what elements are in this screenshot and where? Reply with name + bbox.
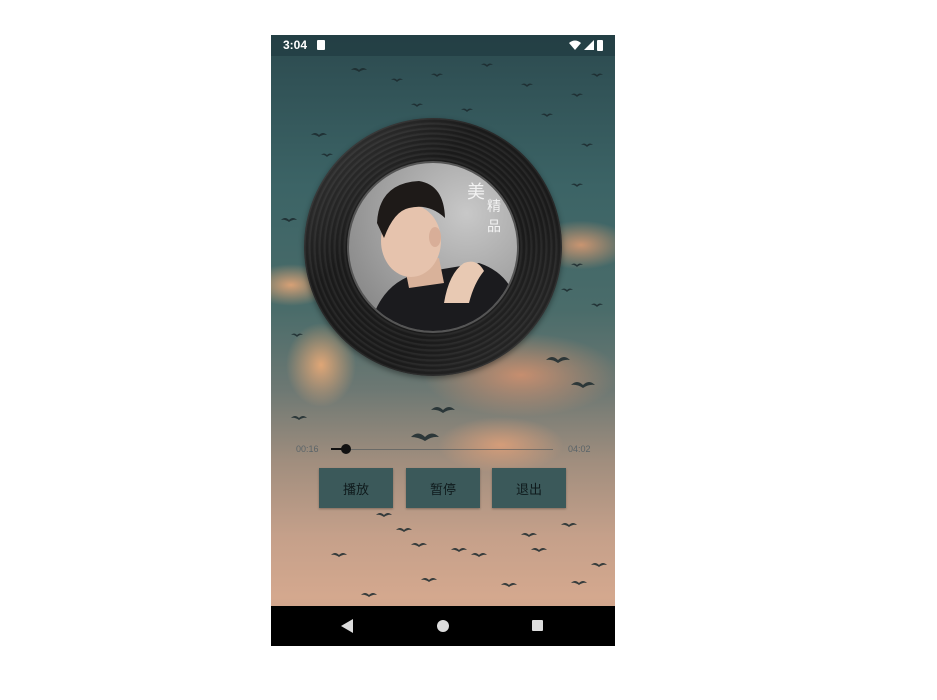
sd-card-icon xyxy=(317,40,325,50)
seek-thumb[interactable] xyxy=(340,444,351,454)
battery-icon xyxy=(597,39,603,51)
recent-apps-icon[interactable] xyxy=(532,620,543,631)
seek-track[interactable] xyxy=(331,449,553,450)
album-cover: 美 精 品 xyxy=(347,161,519,333)
back-icon[interactable] xyxy=(341,619,353,633)
home-icon[interactable] xyxy=(437,620,449,632)
pause-button[interactable]: 暂停 xyxy=(406,468,480,508)
status-bar: 3:04 xyxy=(271,35,615,56)
svg-text:品: 品 xyxy=(487,219,501,235)
status-time: 3:04 xyxy=(283,38,308,52)
progress-row: 00:16 04:02 xyxy=(271,441,615,457)
vinyl-record: 美 精 品 xyxy=(304,118,562,376)
cover-text: 美 xyxy=(467,182,485,203)
duration-label: 04:02 xyxy=(568,444,591,454)
current-time-label: 00:16 xyxy=(296,444,319,454)
play-button[interactable]: 播放 xyxy=(319,468,393,508)
navigation-bar xyxy=(271,606,615,646)
status-icons xyxy=(569,39,603,51)
signal-icon xyxy=(584,40,594,50)
album-cover-portrait-icon: 美 精 品 xyxy=(369,181,517,331)
exit-button[interactable]: 退出 xyxy=(492,468,566,508)
wifi-icon xyxy=(569,40,581,50)
svg-text:精: 精 xyxy=(487,199,501,215)
phone-screen: 3:04 美 精 品 00:16 04:02 播放 暂停 退出 xyxy=(271,35,615,646)
